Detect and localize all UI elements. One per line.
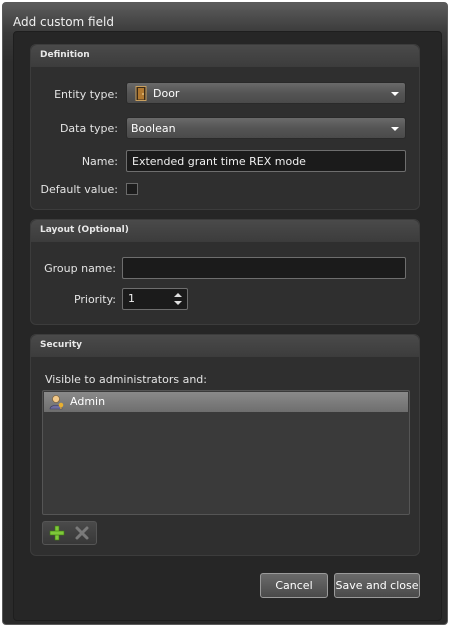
data-type-value: Boolean bbox=[131, 122, 176, 135]
entity-type-value: Door bbox=[153, 87, 180, 100]
layout-title: Layout (Optional) bbox=[40, 225, 129, 235]
administrators-list[interactable]: Admin bbox=[42, 390, 410, 515]
spin-down-icon[interactable] bbox=[174, 301, 182, 305]
list-item[interactable]: Admin bbox=[44, 392, 408, 412]
dialog-title: Add custom field bbox=[13, 15, 114, 29]
data-type-label: Data type: bbox=[59, 122, 118, 135]
spin-up-icon[interactable] bbox=[174, 293, 182, 297]
security-title: Security bbox=[40, 340, 83, 350]
security-header: Security bbox=[31, 335, 419, 357]
group-name-field[interactable] bbox=[122, 257, 406, 279]
priority-label: Priority: bbox=[73, 293, 116, 306]
chevron-down-icon bbox=[391, 92, 399, 96]
door-icon bbox=[135, 86, 147, 101]
chevron-down-icon bbox=[391, 127, 399, 131]
save-and-close-button[interactable]: Save and close bbox=[334, 573, 420, 598]
definition-header: Definition bbox=[31, 45, 419, 67]
entity-type-dropdown[interactable]: Door bbox=[126, 82, 406, 104]
admin-user-icon bbox=[49, 395, 64, 410]
add-icon[interactable] bbox=[49, 525, 65, 541]
cancel-button[interactable]: Cancel bbox=[260, 573, 328, 598]
group-name-label: Group name: bbox=[44, 262, 116, 275]
default-value-label: Default value: bbox=[40, 183, 118, 196]
name-field[interactable] bbox=[126, 150, 406, 172]
data-type-dropdown[interactable]: Boolean bbox=[126, 117, 406, 139]
entity-type-label: Entity type: bbox=[54, 88, 118, 101]
layout-header: Layout (Optional) bbox=[31, 220, 419, 242]
visible-to-label: Visible to administrators and: bbox=[45, 373, 207, 386]
priority-value: 1 bbox=[128, 292, 135, 305]
default-value-checkbox[interactable] bbox=[126, 183, 138, 195]
name-label: Name: bbox=[81, 155, 118, 168]
remove-icon[interactable] bbox=[74, 525, 90, 541]
users-toolbar bbox=[42, 521, 97, 545]
priority-stepper[interactable]: 1 bbox=[122, 288, 188, 310]
admin-user-name: Admin bbox=[70, 395, 106, 408]
definition-title: Definition bbox=[40, 50, 90, 60]
